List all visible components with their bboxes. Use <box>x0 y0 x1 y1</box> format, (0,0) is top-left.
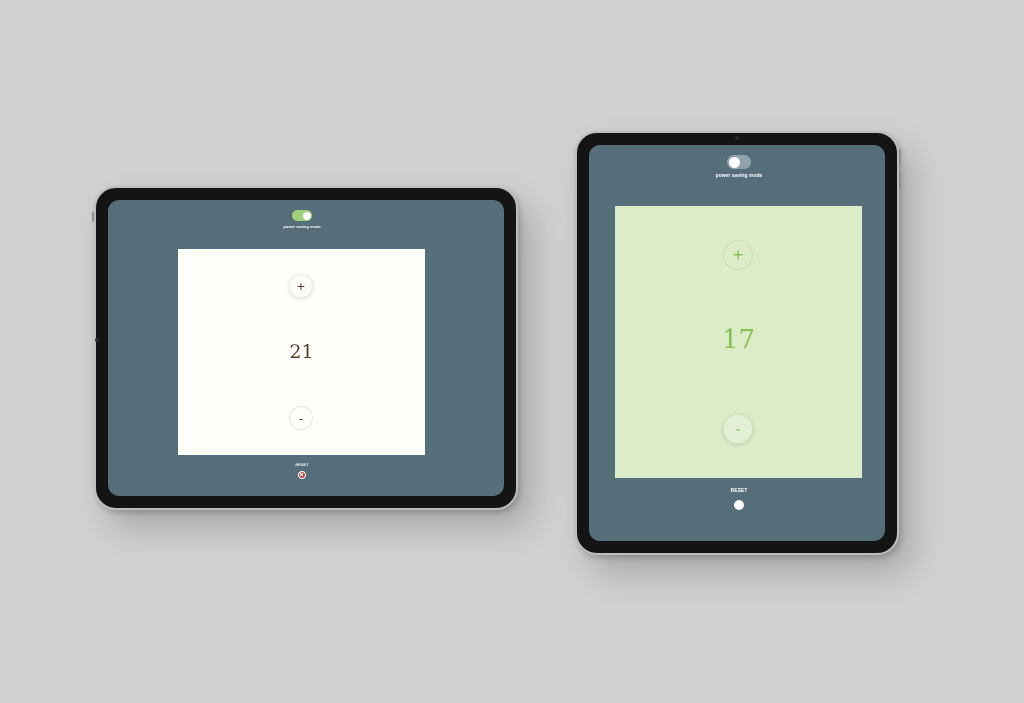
increment-button[interactable]: + <box>289 274 313 298</box>
power-saving-label: power saving mode <box>283 224 321 229</box>
power-saving-toggle[interactable] <box>292 210 312 221</box>
power-saving-toggle[interactable] <box>727 155 751 169</box>
reset-label: RESET <box>730 488 748 494</box>
decrement-button[interactable]: - <box>723 414 753 444</box>
reset-label: RESET <box>295 462 309 467</box>
volume-button <box>92 212 94 222</box>
reset-button[interactable] <box>298 471 306 479</box>
camera-dot <box>735 136 739 140</box>
toggle-knob <box>302 211 311 220</box>
decrement-button[interactable]: - <box>289 406 313 430</box>
increment-button[interactable]: + <box>723 240 753 270</box>
volume-button <box>899 171 901 189</box>
tablet-portrait: power saving mode + 17 - RESET <box>575 131 901 555</box>
power-saving-label: power saving mode <box>715 173 763 179</box>
close-icon <box>299 472 304 477</box>
counter-panel: + 21 - <box>178 249 425 455</box>
tablet-landscape: power saving mode + 21 - RESET <box>92 186 518 510</box>
counter-value: 21 <box>289 341 314 363</box>
counter-value: 17 <box>721 325 756 355</box>
app-screen: power saving mode + 21 - RESET <box>108 200 504 496</box>
app-screen: power saving mode + 17 - RESET <box>589 145 885 541</box>
toggle-knob <box>729 156 740 168</box>
reset-button[interactable] <box>734 500 744 510</box>
volume-button <box>899 149 901 167</box>
counter-panel: + 17 - <box>615 206 862 478</box>
camera-dot <box>95 338 99 342</box>
